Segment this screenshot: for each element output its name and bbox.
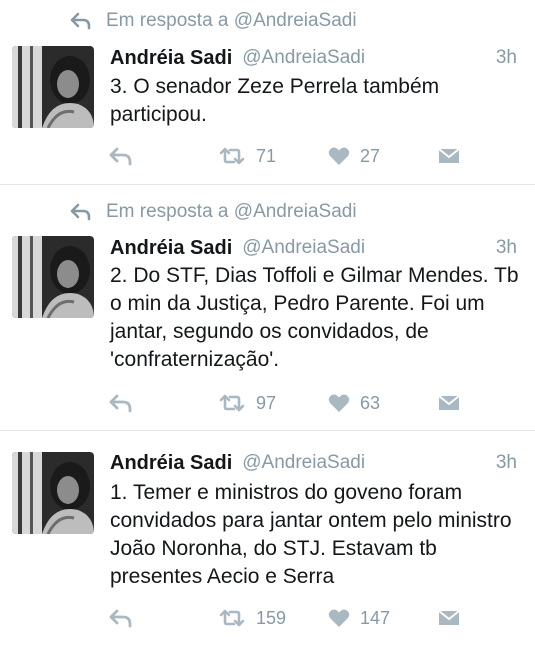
timestamp[interactable]: 3h bbox=[496, 47, 517, 69]
retweet-icon bbox=[218, 608, 246, 628]
tweet-actions: 159 147 bbox=[108, 605, 528, 631]
retweet-button[interactable]: 159 bbox=[218, 605, 286, 631]
direct-message-icon bbox=[438, 394, 460, 412]
tweet-text: 1. Temer e ministros do goveno foram con… bbox=[110, 481, 512, 588]
like-count: 147 bbox=[360, 607, 391, 628]
like-count: 63 bbox=[360, 392, 381, 413]
tweet-text: 3. O senador Zeze Perrela também partici… bbox=[110, 75, 440, 126]
author-handle[interactable]: @AndreiaSadi bbox=[242, 452, 365, 474]
reply-icon bbox=[108, 608, 134, 628]
tweet-text: 2. Do STF, Dias Toffoli e Gilmar Mendes.… bbox=[110, 264, 519, 371]
reply-arrow-icon bbox=[70, 12, 92, 30]
retweet-count: 97 bbox=[256, 392, 277, 413]
tweet-header: Andréia Sadi @AndreiaSadi 3h bbox=[110, 450, 517, 476]
tweet-2[interactable]: Em resposta a @AndreiaSadi Andréia Sadi … bbox=[0, 185, 535, 430]
retweet-count: 71 bbox=[256, 145, 277, 166]
reply-context: Em resposta a @AndreiaSadi bbox=[70, 8, 357, 34]
like-button[interactable]: 27 bbox=[328, 143, 380, 169]
reply-icon bbox=[108, 393, 134, 413]
reply-context-text: Em resposta a @AndreiaSadi bbox=[106, 201, 357, 222]
timestamp[interactable]: 3h bbox=[496, 452, 517, 474]
timestamp[interactable]: 3h bbox=[496, 237, 517, 259]
author-handle[interactable]: @AndreiaSadi bbox=[242, 47, 365, 69]
tweet-1[interactable]: Andréia Sadi @AndreiaSadi 3h 1. Temer e … bbox=[0, 431, 535, 647]
avatar[interactable] bbox=[12, 452, 94, 534]
like-button[interactable]: 63 bbox=[328, 390, 380, 416]
direct-message-button[interactable] bbox=[438, 605, 460, 631]
avatar[interactable] bbox=[12, 46, 94, 128]
direct-message-icon bbox=[438, 147, 460, 165]
retweet-button[interactable]: 71 bbox=[218, 143, 276, 169]
direct-message-icon bbox=[438, 609, 460, 627]
direct-message-button[interactable] bbox=[438, 390, 460, 416]
tweet-actions: 97 63 bbox=[108, 390, 528, 416]
reply-icon bbox=[108, 146, 134, 166]
retweet-count: 159 bbox=[256, 607, 287, 628]
direct-message-button[interactable] bbox=[438, 143, 460, 169]
heart-icon bbox=[328, 393, 350, 413]
reply-context: Em resposta a @AndreiaSadi bbox=[70, 199, 357, 225]
avatar[interactable] bbox=[12, 236, 94, 318]
like-count: 27 bbox=[360, 145, 381, 166]
author-name[interactable]: Andréia Sadi bbox=[110, 237, 232, 260]
reply-button[interactable] bbox=[108, 143, 134, 169]
tweet-3[interactable]: Em resposta a @AndreiaSadi Andréia Sadi … bbox=[0, 0, 535, 184]
retweet-button[interactable]: 97 bbox=[218, 390, 276, 416]
tweet-header: Andréia Sadi @AndreiaSadi 3h bbox=[110, 45, 517, 71]
author-handle[interactable]: @AndreiaSadi bbox=[242, 237, 365, 259]
heart-icon bbox=[328, 146, 350, 166]
author-name[interactable]: Andréia Sadi bbox=[110, 47, 232, 70]
retweet-icon bbox=[218, 146, 246, 166]
author-name[interactable]: Andréia Sadi bbox=[110, 452, 232, 475]
like-button[interactable]: 147 bbox=[328, 605, 390, 631]
reply-context-text: Em resposta a @AndreiaSadi bbox=[106, 10, 357, 31]
heart-icon bbox=[328, 608, 350, 628]
reply-button[interactable] bbox=[108, 605, 134, 631]
reply-arrow-icon bbox=[70, 203, 92, 221]
tweet-actions: 71 27 bbox=[108, 143, 528, 169]
tweet-header: Andréia Sadi @AndreiaSadi 3h bbox=[110, 235, 517, 261]
reply-button[interactable] bbox=[108, 390, 134, 416]
retweet-icon bbox=[218, 393, 246, 413]
